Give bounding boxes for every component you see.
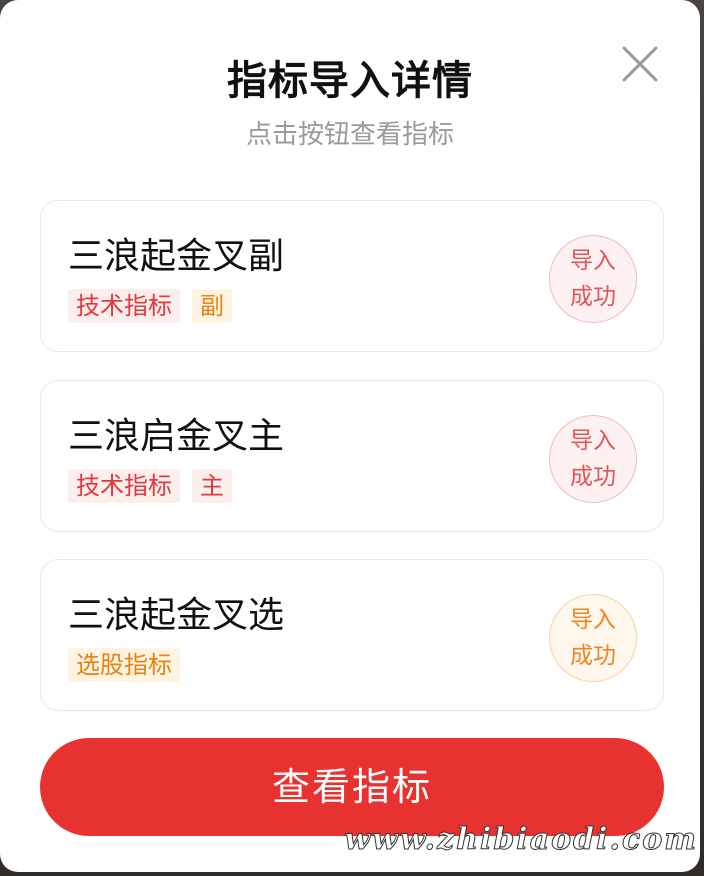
tag-stock-picking: 选股指标 — [68, 648, 180, 682]
stamp-line-2: 成功 — [570, 643, 616, 669]
indicator-name: 三浪启金叉主 — [68, 416, 285, 457]
stamp-line-2: 成功 — [570, 284, 616, 310]
indicator-name: 三浪起金叉副 — [68, 236, 285, 277]
import-success-stamp: 导入 成功 — [549, 235, 637, 323]
indicator-card[interactable]: 三浪启金叉主 技术指标 主 导入 成功 — [40, 380, 664, 532]
indicator-tags: 技术指标 副 — [68, 289, 232, 323]
stamp-line-1: 导入 — [570, 607, 616, 633]
close-button[interactable] — [616, 40, 664, 88]
tag-technical: 技术指标 — [68, 469, 180, 503]
indicator-card[interactable]: 三浪起金叉副 技术指标 副 导入 成功 — [40, 200, 664, 352]
import-success-stamp: 导入 成功 — [549, 594, 637, 682]
stamp-line-1: 导入 — [570, 428, 616, 454]
import-success-stamp: 导入 成功 — [549, 415, 637, 503]
tag-main: 主 — [192, 469, 232, 503]
indicator-name: 三浪起金叉选 — [68, 595, 285, 636]
import-details-dialog: 指标导入详情 点击按钮查看指标 三浪起金叉副 技术指标 副 导入 成功 三浪启金… — [0, 0, 700, 872]
indicator-tags: 技术指标 主 — [68, 469, 232, 503]
indicator-tags: 选股指标 — [68, 648, 180, 682]
close-icon — [622, 46, 658, 82]
stamp-line-1: 导入 — [570, 248, 616, 274]
dialog-title: 指标导入详情 — [227, 58, 473, 104]
site-watermark: www.zhibiaodi.com — [344, 822, 698, 858]
dialog-subtitle: 点击按钮查看指标 — [245, 120, 454, 150]
stamp-line-2: 成功 — [570, 464, 616, 490]
tag-sub: 副 — [192, 289, 232, 323]
indicator-card[interactable]: 三浪起金叉选 选股指标 导入 成功 — [40, 559, 664, 711]
tag-technical: 技术指标 — [68, 289, 180, 323]
